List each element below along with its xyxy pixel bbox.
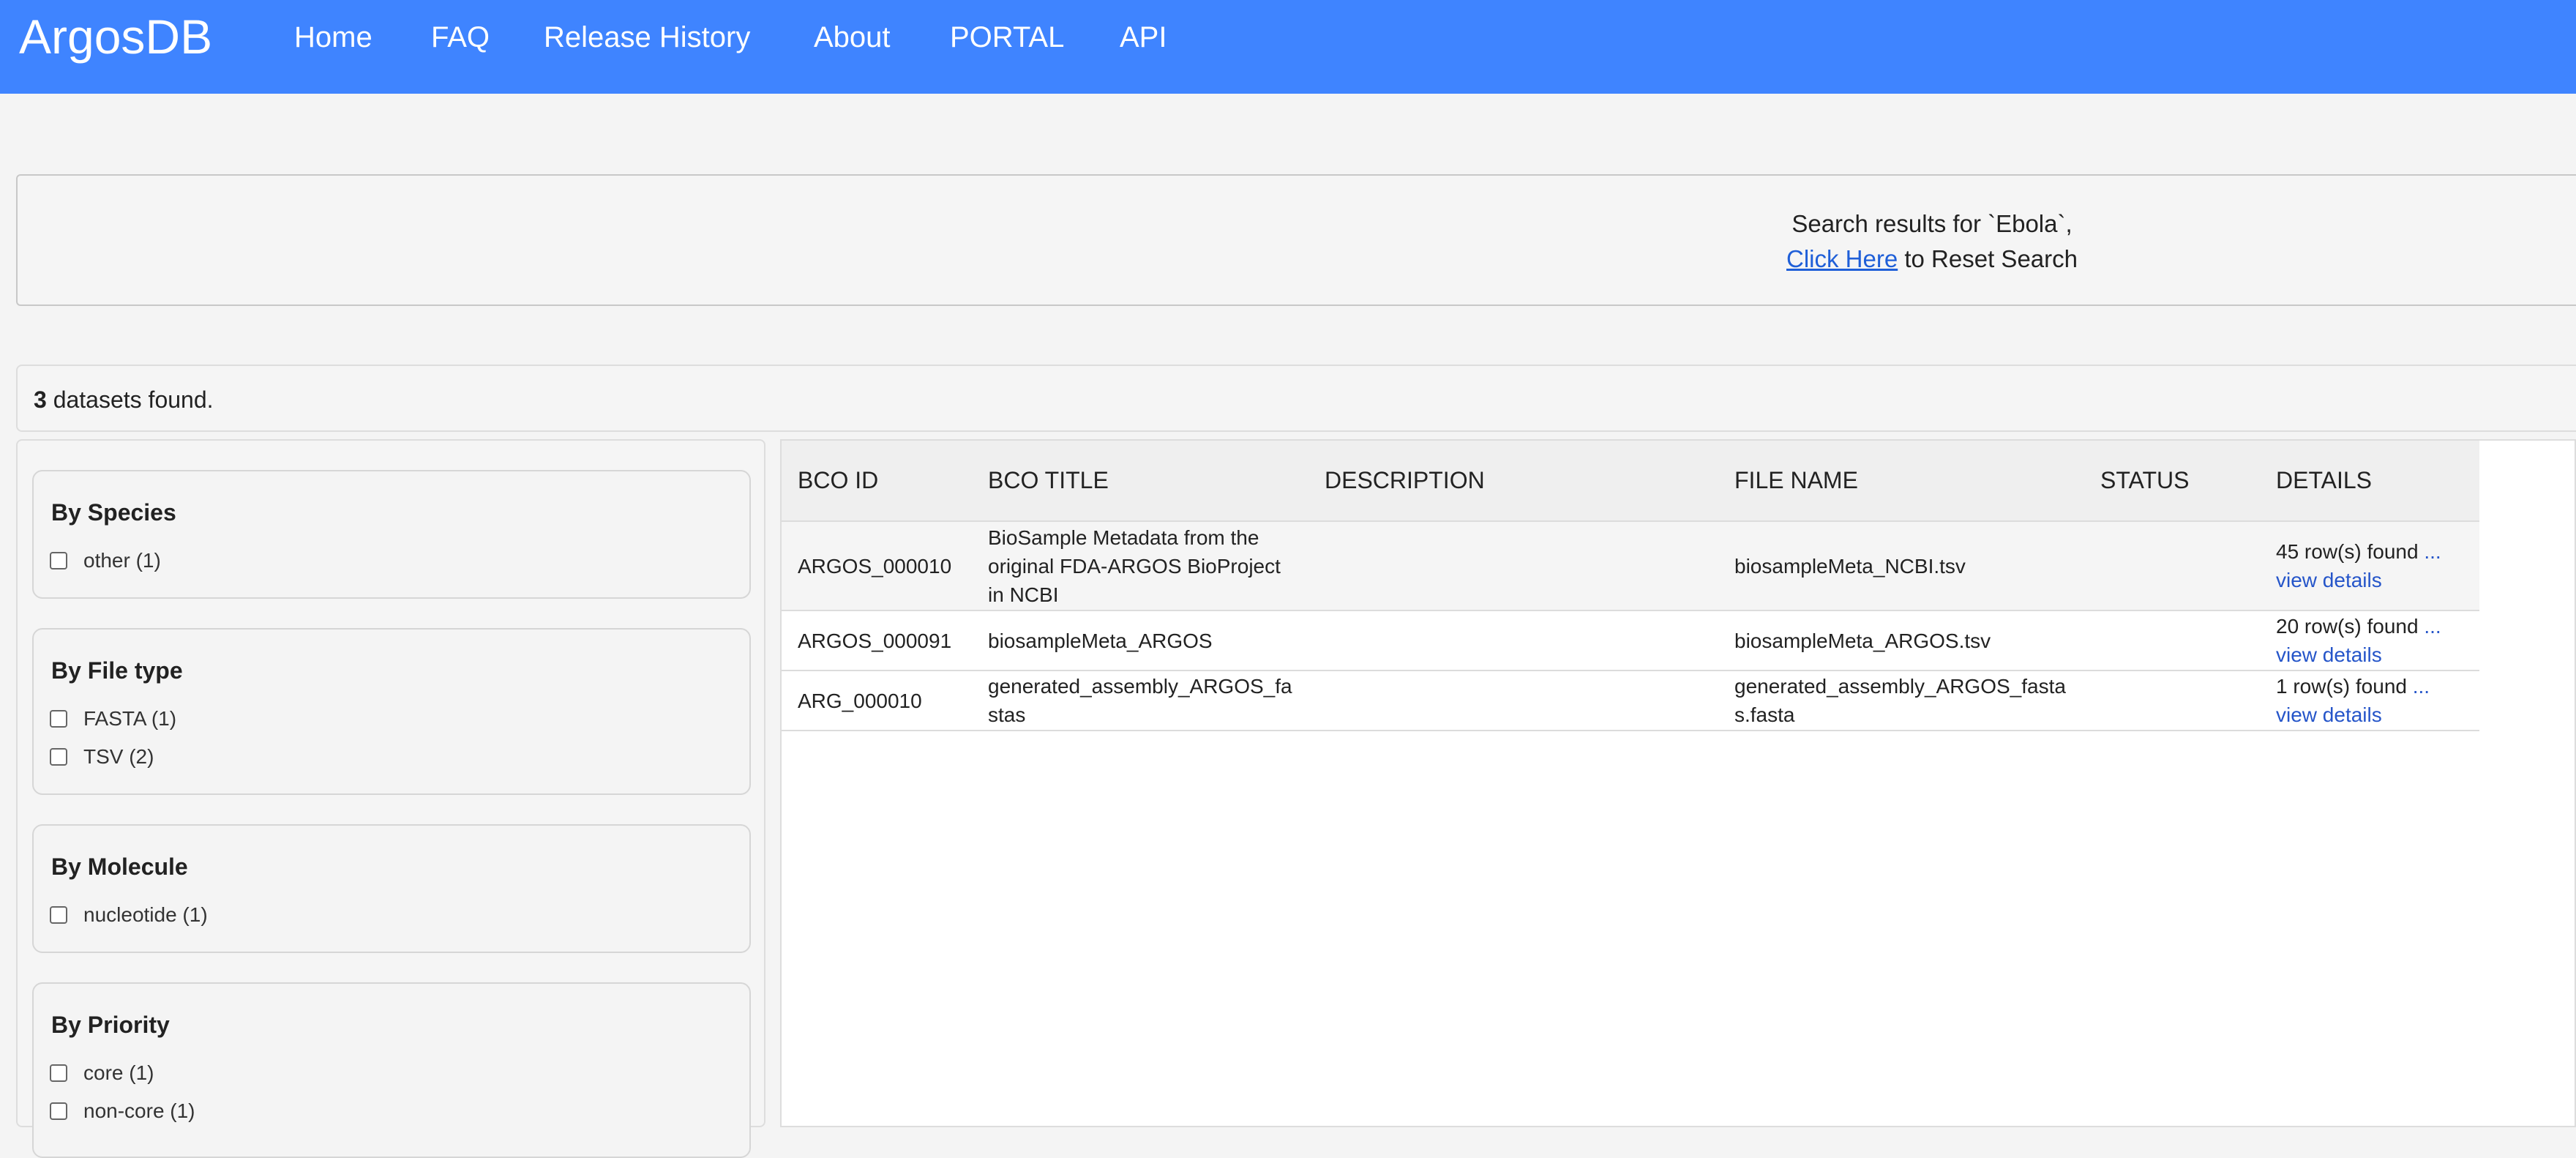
search-results-panel (16, 174, 2576, 306)
cell-file-name: generated_assembly_ARGOS_fastas.fasta (1718, 670, 2084, 731)
cell-details: 45 row(s) found ... view details (2260, 521, 2479, 611)
nav-faq[interactable]: FAQ (431, 19, 490, 56)
facet-species: By Species other (1) (32, 470, 751, 599)
cell-details: 1 row(s) found ... view details (2260, 670, 2479, 731)
cell-bco-id: ARGOS_000091 (782, 610, 972, 671)
view-details-link[interactable]: view details (2276, 703, 2382, 726)
checkbox[interactable] (50, 906, 67, 924)
facet-molecule: By Molecule nucleotide (1) (32, 824, 751, 953)
table-header-row: BCO ID BCO TITLE DESCRIPTION FILE NAME S… (782, 441, 2479, 522)
facet-option-label: core (1) (83, 1061, 154, 1084)
nav-portal[interactable]: PORTAL (950, 19, 1064, 56)
column-header-status[interactable]: STATUS (2084, 441, 2260, 522)
facet-title: By File type (51, 657, 183, 684)
cell-file-name: biosampleMeta_NCBI.tsv (1718, 521, 2084, 611)
facet-option[interactable]: FASTA (1) (50, 706, 176, 732)
details-count: 45 row(s) found (2276, 540, 2425, 563)
facet-option[interactable]: other (1) (50, 548, 161, 574)
checkbox[interactable] (50, 1102, 67, 1120)
facet-option[interactable]: nucleotide (1) (50, 902, 208, 928)
cell-file-name: biosampleMeta_ARGOS.tsv (1718, 610, 2084, 671)
facet-option[interactable]: core (1) (50, 1060, 154, 1086)
view-details-link[interactable]: view details (2276, 569, 2382, 591)
results-count-label: datasets found. (46, 386, 214, 413)
facet-title: By Molecule (51, 853, 188, 880)
cell-status (2084, 521, 2260, 611)
facet-option-label: FASTA (1) (83, 707, 177, 730)
view-details-link[interactable]: view details (2276, 643, 2382, 666)
facet-option-label: TSV (2) (83, 745, 154, 768)
column-header-bco-id[interactable]: BCO ID (782, 441, 972, 522)
facet-option-label: other (1) (83, 549, 161, 572)
facet-priority: By Priority core (1) non-core (1) (32, 982, 751, 1158)
reset-search-link[interactable]: Click Here (1786, 245, 1898, 272)
cell-status (2084, 670, 2260, 731)
cell-bco-id: ARG_000010 (782, 670, 972, 731)
cell-bco-id: ARGOS_000010 (782, 521, 972, 611)
column-header-bco-title[interactable]: BCO TITLE (972, 441, 1308, 522)
table-row: ARG_000010 generated_assembly_ARGOS_fast… (782, 670, 2479, 731)
details-more-dots[interactable]: ... (2424, 615, 2441, 638)
details-more-dots[interactable]: ... (2424, 540, 2441, 563)
checkbox[interactable] (50, 552, 67, 569)
cell-description (1308, 610, 1718, 671)
cell-bco-title: BioSample Metadata from the original FDA… (972, 521, 1308, 611)
nav-release-history[interactable]: Release History (544, 19, 750, 56)
column-header-details[interactable]: DETAILS (2260, 441, 2479, 522)
details-count: 20 row(s) found (2276, 615, 2425, 638)
checkbox[interactable] (50, 710, 67, 728)
cell-bco-title: generated_assembly_ARGOS_fastas (972, 670, 1308, 731)
table-row: ARGOS_000091 biosampleMeta_ARGOS biosamp… (782, 610, 2479, 671)
cell-description (1308, 670, 1718, 731)
column-header-description[interactable]: DESCRIPTION (1308, 441, 1718, 522)
nav-about[interactable]: About (814, 19, 891, 56)
checkbox[interactable] (50, 1064, 67, 1082)
cell-description (1308, 521, 1718, 611)
nav-api[interactable]: API (1120, 19, 1167, 56)
checkbox[interactable] (50, 748, 67, 766)
cell-bco-title: biosampleMeta_ARGOS (972, 610, 1308, 671)
reset-search-suffix: to Reset Search (1898, 245, 2078, 272)
details-count: 1 row(s) found (2276, 675, 2413, 698)
facet-file-type: By File type FASTA (1) TSV (2) (32, 628, 751, 795)
facet-title: By Species (51, 499, 176, 526)
table-row: ARGOS_000010 BioSample Metadata from the… (782, 521, 2479, 611)
facet-title: By Priority (51, 1012, 170, 1038)
nav-home[interactable]: Home (294, 19, 372, 56)
results-count: 3 datasets found. (34, 385, 214, 414)
results-count-number: 3 (34, 386, 47, 413)
cell-details: 20 row(s) found ... view details (2260, 610, 2479, 671)
top-navbar: ArgosDB Home FAQ Release History About P… (0, 0, 2576, 94)
results-count-bar (16, 365, 2576, 432)
reset-line: Click Here to Reset Search (1712, 242, 2152, 277)
cell-status (2084, 610, 2260, 671)
facet-option-label: nucleotide (1) (83, 903, 208, 926)
facet-option[interactable]: non-core (1) (50, 1098, 195, 1124)
facet-option[interactable]: TSV (2) (50, 744, 154, 770)
search-results-label: Search results for `Ebola`, (1791, 210, 2073, 237)
results-table: BCO ID BCO TITLE DESCRIPTION FILE NAME S… (782, 441, 2479, 731)
column-header-file-name[interactable]: FILE NAME (1718, 441, 2084, 522)
facet-option-label: non-core (1) (83, 1099, 195, 1122)
details-more-dots[interactable]: ... (2413, 675, 2430, 698)
brand-logo[interactable]: ArgosDB (19, 9, 212, 64)
search-results-message: Search results for `Ebola`, Click Here t… (1712, 206, 2152, 277)
